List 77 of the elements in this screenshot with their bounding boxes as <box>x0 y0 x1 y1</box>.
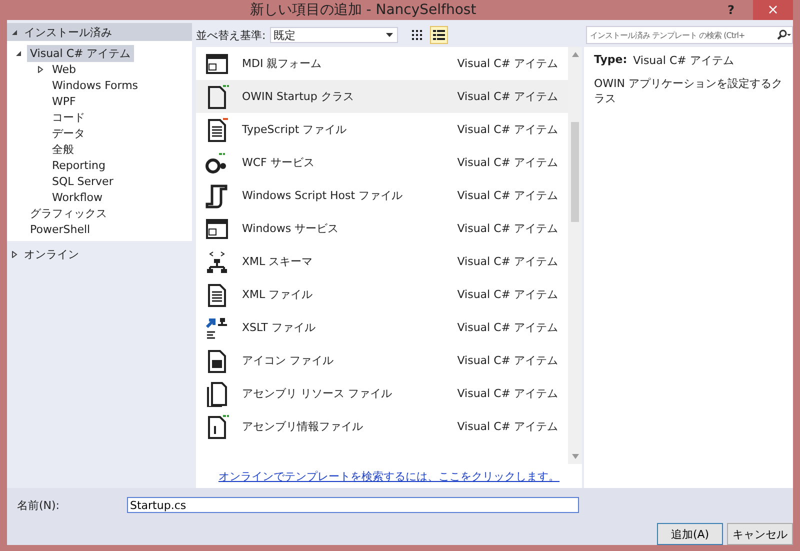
template-name: WCF サービス <box>242 155 316 170</box>
template-type: Visual C# アイテム <box>457 254 558 269</box>
name-label: 名前(N): <box>16 498 61 512</box>
template-item[interactable]: OWIN Startup クラス Visual C# アイテム <box>196 80 568 113</box>
dropdown-arrow-icon <box>386 33 393 37</box>
tree-item[interactable]: コード <box>49 108 88 126</box>
window-title: 新しい項目の追加 - NancySelfhost <box>248 1 478 19</box>
tree-item[interactable]: Reporting <box>49 158 108 172</box>
collapsed-caret-icon[interactable] <box>37 66 44 72</box>
tree-item[interactable]: WPF <box>49 94 79 108</box>
tree-item[interactable]: 全般 <box>49 140 77 158</box>
template-name: アセンブリ リソース ファイル <box>242 386 393 401</box>
template-type: Visual C# アイテム <box>457 56 558 71</box>
template-item[interactable]: Windows Script Host ファイル Visual C# アイテム <box>196 179 568 212</box>
template-name: Windows Script Host ファイル <box>242 188 404 203</box>
template-name: アセンブリ情報ファイル <box>242 419 364 434</box>
type-value: Visual C# アイテム <box>633 53 734 68</box>
tree-item[interactable]: Web <box>49 62 79 76</box>
tree-item[interactable]: Workflow <box>49 190 106 204</box>
section-header[interactable]: インストール済み <box>7 23 192 41</box>
template-type: Visual C# アイテム <box>457 221 558 236</box>
type-label: Type: <box>594 53 628 68</box>
template-type: Visual C# アイテム <box>457 122 558 137</box>
documents-icon <box>204 380 230 406</box>
cancel-button[interactable]: キャンセル <box>727 523 793 545</box>
template-type: Visual C# アイテム <box>457 89 558 104</box>
hierarchy-icon <box>204 248 230 274</box>
scroll-icon <box>204 182 230 208</box>
search-field[interactable]: インストール済み テンプレート の検索 (Ctrl+ <box>586 26 793 44</box>
template-name: OWIN Startup クラス <box>242 89 355 104</box>
template-item[interactable]: アセンブリ リソース ファイル Visual C# アイテム <box>196 377 568 410</box>
template-item[interactable]: アイコン ファイル Visual C# アイテム <box>196 344 568 377</box>
template-name: XML スキーマ <box>242 254 314 269</box>
template-item[interactable]: WCF サービス Visual C# アイテム <box>196 146 568 179</box>
grid-icon <box>410 29 423 41</box>
template-item[interactable]: MDI 親フォーム Visual C# アイテム <box>196 47 568 80</box>
template-name: XSLT ファイル <box>242 320 316 335</box>
template-type: Visual C# アイテム <box>457 320 558 335</box>
template-name: TypeScript ファイル <box>242 122 348 137</box>
template-item[interactable]: アセンブリ情報ファイル Visual C# アイテム <box>196 410 568 443</box>
template-type: Visual C# アイテム <box>457 188 558 203</box>
section-header[interactable]: オンライン <box>7 245 192 263</box>
template-description: OWIN アプリケーションを設定するクラス <box>594 76 783 106</box>
name-field[interactable]: Startup.cs <box>127 497 579 513</box>
template-item[interactable]: Windows サービス Visual C# アイテム <box>196 212 568 245</box>
sort-dropdown[interactable]: 既定 <box>270 27 398 43</box>
template-type: Visual C# アイテム <box>457 155 558 170</box>
template-name: Windows サービス <box>242 221 340 236</box>
template-type: Visual C# アイテム <box>457 287 558 302</box>
add-button[interactable]: 追加(A) <box>657 523 723 545</box>
expanded-caret-icon[interactable] <box>11 28 18 36</box>
expanded-caret-icon[interactable] <box>15 50 22 56</box>
template-item[interactable]: TypeScript ファイル Visual C# アイテム <box>196 113 568 146</box>
close-button[interactable]: × <box>753 0 793 20</box>
list-view-button[interactable] <box>430 26 448 44</box>
template-type: Visual C# アイテム <box>457 419 558 434</box>
tree-item[interactable]: PowerShell <box>27 222 94 236</box>
template-item[interactable]: XML ファイル Visual C# アイテム <box>196 278 568 311</box>
template-item[interactable]: XSLT ファイル Visual C# アイテム <box>196 311 568 344</box>
help-button[interactable]: ? <box>719 0 743 20</box>
template-name: MDI 親フォーム <box>242 56 323 71</box>
template-name: XML ファイル <box>242 287 314 302</box>
tree-item[interactable]: Windows Forms <box>49 78 142 92</box>
search-icon <box>776 29 792 41</box>
sort-label: 並べ替え基準: <box>196 28 266 42</box>
template-type: Visual C# アイテム <box>457 386 558 401</box>
template-item[interactable]: XML スキーマ Visual C# アイテム <box>196 245 568 278</box>
tree-item[interactable]: データ <box>49 124 88 142</box>
tree-item[interactable]: SQL Server <box>49 174 116 188</box>
template-name: アイコン ファイル <box>242 353 334 368</box>
tree-item[interactable]: Visual C# アイテム <box>27 44 134 62</box>
scrollbar[interactable] <box>568 47 582 464</box>
scroll-thumb[interactable] <box>571 122 579 222</box>
list-icon <box>432 29 445 41</box>
tree-item[interactable]: グラフィックス <box>27 204 110 222</box>
collapsed-caret-icon[interactable] <box>11 250 18 258</box>
template-type: Visual C# アイテム <box>457 353 558 368</box>
